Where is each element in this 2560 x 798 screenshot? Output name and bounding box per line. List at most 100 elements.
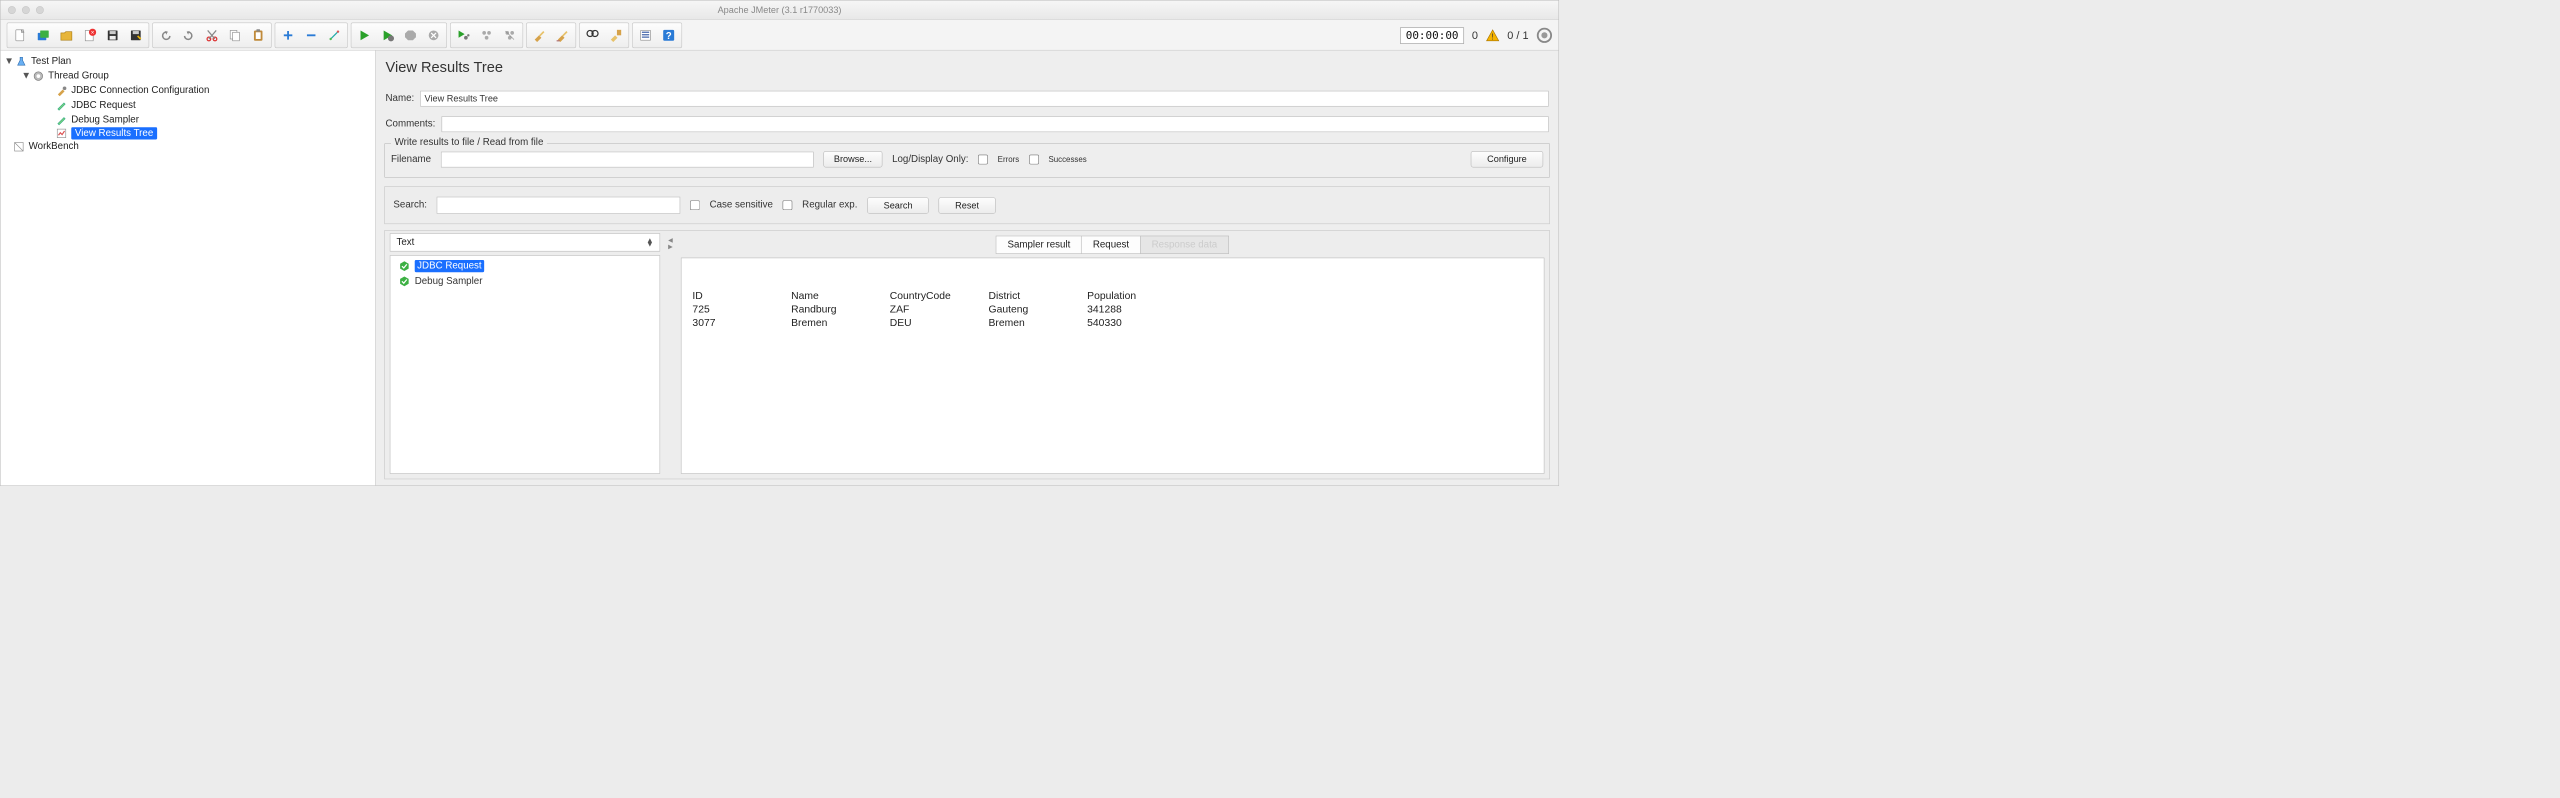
reset-search-icon[interactable] (605, 25, 626, 46)
new-file-icon[interactable] (10, 25, 31, 46)
tree-node-jdbc-request[interactable]: JDBC Request (3, 98, 373, 113)
sampler-item-jdbc[interactable]: JDBC Request (390, 258, 659, 274)
dropdown-value: Text (396, 237, 414, 248)
paste-icon[interactable] (248, 25, 269, 46)
tab-sampler-result[interactable]: Sampler result (996, 236, 1082, 254)
sampler-list[interactable]: JDBC Request Debug Sampler (390, 255, 660, 474)
search-tree-icon[interactable] (582, 25, 603, 46)
configure-button[interactable]: Configure (1471, 151, 1543, 167)
search-input[interactable] (437, 197, 681, 214)
svg-text:×: × (91, 30, 95, 37)
close-file-icon[interactable]: × (79, 25, 100, 46)
splitter-handle[interactable]: ◀ ▶ (666, 233, 675, 474)
tab-request[interactable]: Request (1081, 236, 1140, 254)
tree-node-jdbc-config[interactable]: JDBC Connection Configuration (3, 83, 373, 98)
tree-label: WorkBench (29, 141, 79, 152)
templates-icon[interactable] (33, 25, 54, 46)
case-sensitive-checkbox[interactable] (690, 200, 700, 210)
file-fieldset: Write results to file / Read from file F… (384, 143, 1550, 178)
response-cell: Bremen (791, 317, 888, 329)
response-cell: DEU (890, 317, 988, 329)
cut-icon[interactable] (202, 25, 223, 46)
shutdown-icon[interactable] (423, 25, 444, 46)
fieldset-legend: Write results to file / Read from file (391, 137, 547, 148)
tree-node-view-results[interactable]: View Results Tree (3, 127, 373, 139)
sampler-item-debug[interactable]: Debug Sampler (390, 274, 659, 289)
response-cell: Bremen (989, 317, 1086, 329)
tree-node-debug-sampler[interactable]: Debug Sampler (3, 113, 373, 128)
expand-icon[interactable] (278, 25, 299, 46)
search-label: Search: (393, 200, 427, 211)
tree-node-testplan[interactable]: ▼ Test Plan (3, 54, 373, 69)
window-title: Apache JMeter (3.1 r1770033) (1, 5, 1559, 15)
errors-checkbox[interactable] (978, 154, 988, 164)
regex-checkbox[interactable] (783, 200, 793, 210)
run-notimers-icon[interactable] (377, 25, 398, 46)
filename-label: Filename (391, 154, 431, 165)
run-icon[interactable] (354, 25, 375, 46)
response-data-box[interactable]: IDNameCountryCodeDistrictPopulation725Ra… (681, 258, 1545, 474)
response-cell: 725 (692, 303, 789, 315)
reset-button[interactable]: Reset (939, 197, 996, 213)
name-label: Name: (385, 93, 414, 104)
splitter-left-icon: ◀ (668, 237, 673, 244)
splitter-right-icon: ▶ (668, 244, 673, 251)
tree-pane[interactable]: ▼ Test Plan ▼ Thread Group JDBC Connecti… (1, 51, 376, 486)
stop-icon[interactable] (400, 25, 421, 46)
open-file-icon[interactable] (56, 25, 77, 46)
remote-start-icon[interactable] (453, 25, 474, 46)
titlebar: Apache JMeter (3.1 r1770033) (1, 1, 1559, 20)
browse-button[interactable]: Browse... (824, 151, 883, 167)
search-button[interactable]: Search (867, 197, 929, 213)
clear-all-icon[interactable] (552, 25, 573, 46)
tree-node-threadgroup[interactable]: ▼ Thread Group (3, 69, 373, 84)
collapse-icon[interactable] (301, 25, 322, 46)
tab-response-data[interactable]: Response data (1140, 236, 1229, 254)
comments-input[interactable] (441, 116, 1548, 132)
pipette-icon (55, 99, 67, 111)
undo-icon[interactable] (155, 25, 176, 46)
toolbar: × (1, 20, 1559, 50)
threads-status-icon (1537, 27, 1553, 43)
response-header-cell: Population (1087, 290, 1184, 302)
tree-label: Test Plan (31, 56, 71, 67)
wrench-icon (55, 85, 67, 97)
successes-checkbox[interactable] (1029, 154, 1039, 164)
expand-arrow-icon[interactable]: ▼ (21, 71, 28, 82)
tabs-bar: Sampler result Request Response data (681, 233, 1545, 254)
elapsed-timer: 00:00:00 (1400, 27, 1464, 43)
copy-icon[interactable] (225, 25, 246, 46)
errors-label: Errors (998, 155, 1020, 164)
tree-node-workbench[interactable]: WorkBench (3, 139, 373, 154)
chevron-updown-icon: ▲▼ (646, 238, 653, 247)
redo-icon[interactable] (178, 25, 199, 46)
response-cell: 540330 (1087, 317, 1184, 329)
save-as-icon[interactable] (125, 25, 146, 46)
view-type-dropdown[interactable]: Text ▲▼ (390, 233, 660, 251)
success-icon (399, 261, 410, 272)
help-icon[interactable]: ? (658, 25, 679, 46)
response-header-cell: District (989, 290, 1086, 302)
response-cell: 341288 (1087, 303, 1184, 315)
gear-icon (32, 70, 44, 82)
search-bar: Search: Case sensitive Regular exp. Sear… (384, 186, 1550, 224)
filename-input[interactable] (441, 151, 814, 167)
name-input[interactable] (420, 91, 1548, 107)
results-icon (55, 127, 67, 139)
results-area: Text ▲▼ JDBC Request Debug Sampler (384, 230, 1550, 479)
tree-label: View Results Tree (71, 127, 157, 139)
toggle-icon[interactable] (324, 25, 345, 46)
page-title: View Results Tree (384, 57, 1550, 84)
success-icon (399, 276, 410, 287)
save-icon[interactable] (102, 25, 123, 46)
warning-icon: ! (1486, 29, 1499, 42)
svg-text:!: ! (1492, 33, 1494, 42)
expand-arrow-icon[interactable]: ▼ (4, 56, 11, 67)
remote-shutdown-icon[interactable] (499, 25, 520, 46)
response-header-cell: CountryCode (890, 290, 988, 302)
remote-stop-icon[interactable] (476, 25, 497, 46)
successes-label: Successes (1048, 155, 1086, 164)
comments-label: Comments: (385, 119, 435, 130)
function-helper-icon[interactable] (635, 25, 656, 46)
clear-icon[interactable] (529, 25, 550, 46)
